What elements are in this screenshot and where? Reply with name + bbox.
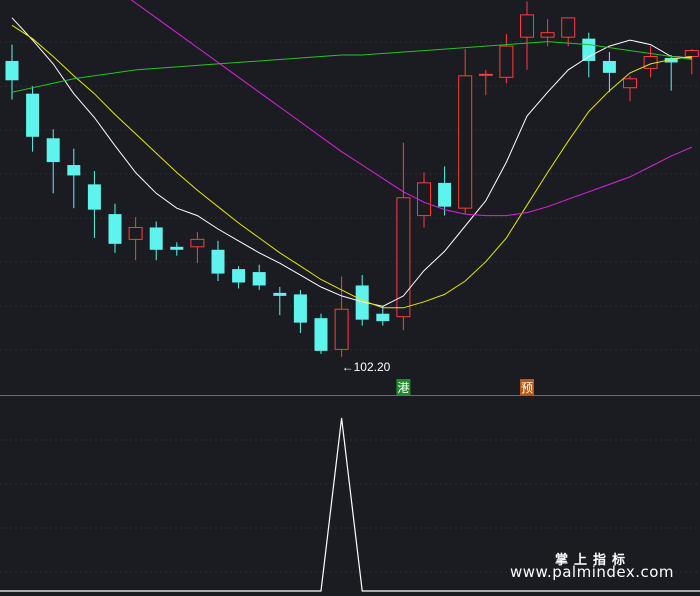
- candle-body-down: [211, 249, 225, 274]
- low-price-label: ←102.20: [342, 360, 391, 374]
- candle-body-down: [149, 227, 163, 250]
- candle-body-up: [540, 32, 555, 38]
- candle-body-up: [478, 73, 493, 76]
- candle-body-up: [499, 45, 514, 78]
- candle-body-down: [67, 165, 81, 176]
- candle-body-up: [458, 75, 473, 209]
- stock-chart: ←102.20 港 预: [0, 0, 700, 596]
- chart-canvas: ←102.20 港 预: [0, 0, 700, 596]
- candle-body-down: [602, 60, 616, 73]
- candle-body-up: [334, 308, 349, 350]
- candle-body-up: [417, 182, 431, 217]
- candle-body-up: [623, 78, 637, 89]
- signal-marker-label: 港: [397, 381, 409, 395]
- candle-body-down: [26, 93, 40, 137]
- candle-body-down: [5, 60, 19, 81]
- candle-body-down: [170, 246, 184, 250]
- candle-body-down: [376, 313, 390, 322]
- candle-body-up: [520, 14, 534, 38]
- candle-body-down: [582, 38, 596, 61]
- candle-body-down: [108, 214, 122, 244]
- candle-body-down: [314, 318, 328, 351]
- candle-body-down: [46, 138, 60, 163]
- signal-marker-label: 预: [521, 381, 533, 395]
- candle-body-up: [190, 238, 205, 248]
- candle-body-down: [273, 292, 287, 296]
- candle-body-up: [396, 197, 411, 318]
- candle-body-up: [128, 226, 143, 240]
- candle-body-down: [252, 272, 266, 286]
- candle-body-down: [232, 269, 246, 283]
- candle-body-down: [438, 182, 452, 207]
- candle-body-up: [684, 50, 699, 57]
- candle-body-down: [293, 294, 307, 323]
- candle-body-down: [87, 184, 101, 210]
- candle-body-up: [561, 17, 576, 38]
- watermark-url: www.palmindex.com: [510, 563, 675, 581]
